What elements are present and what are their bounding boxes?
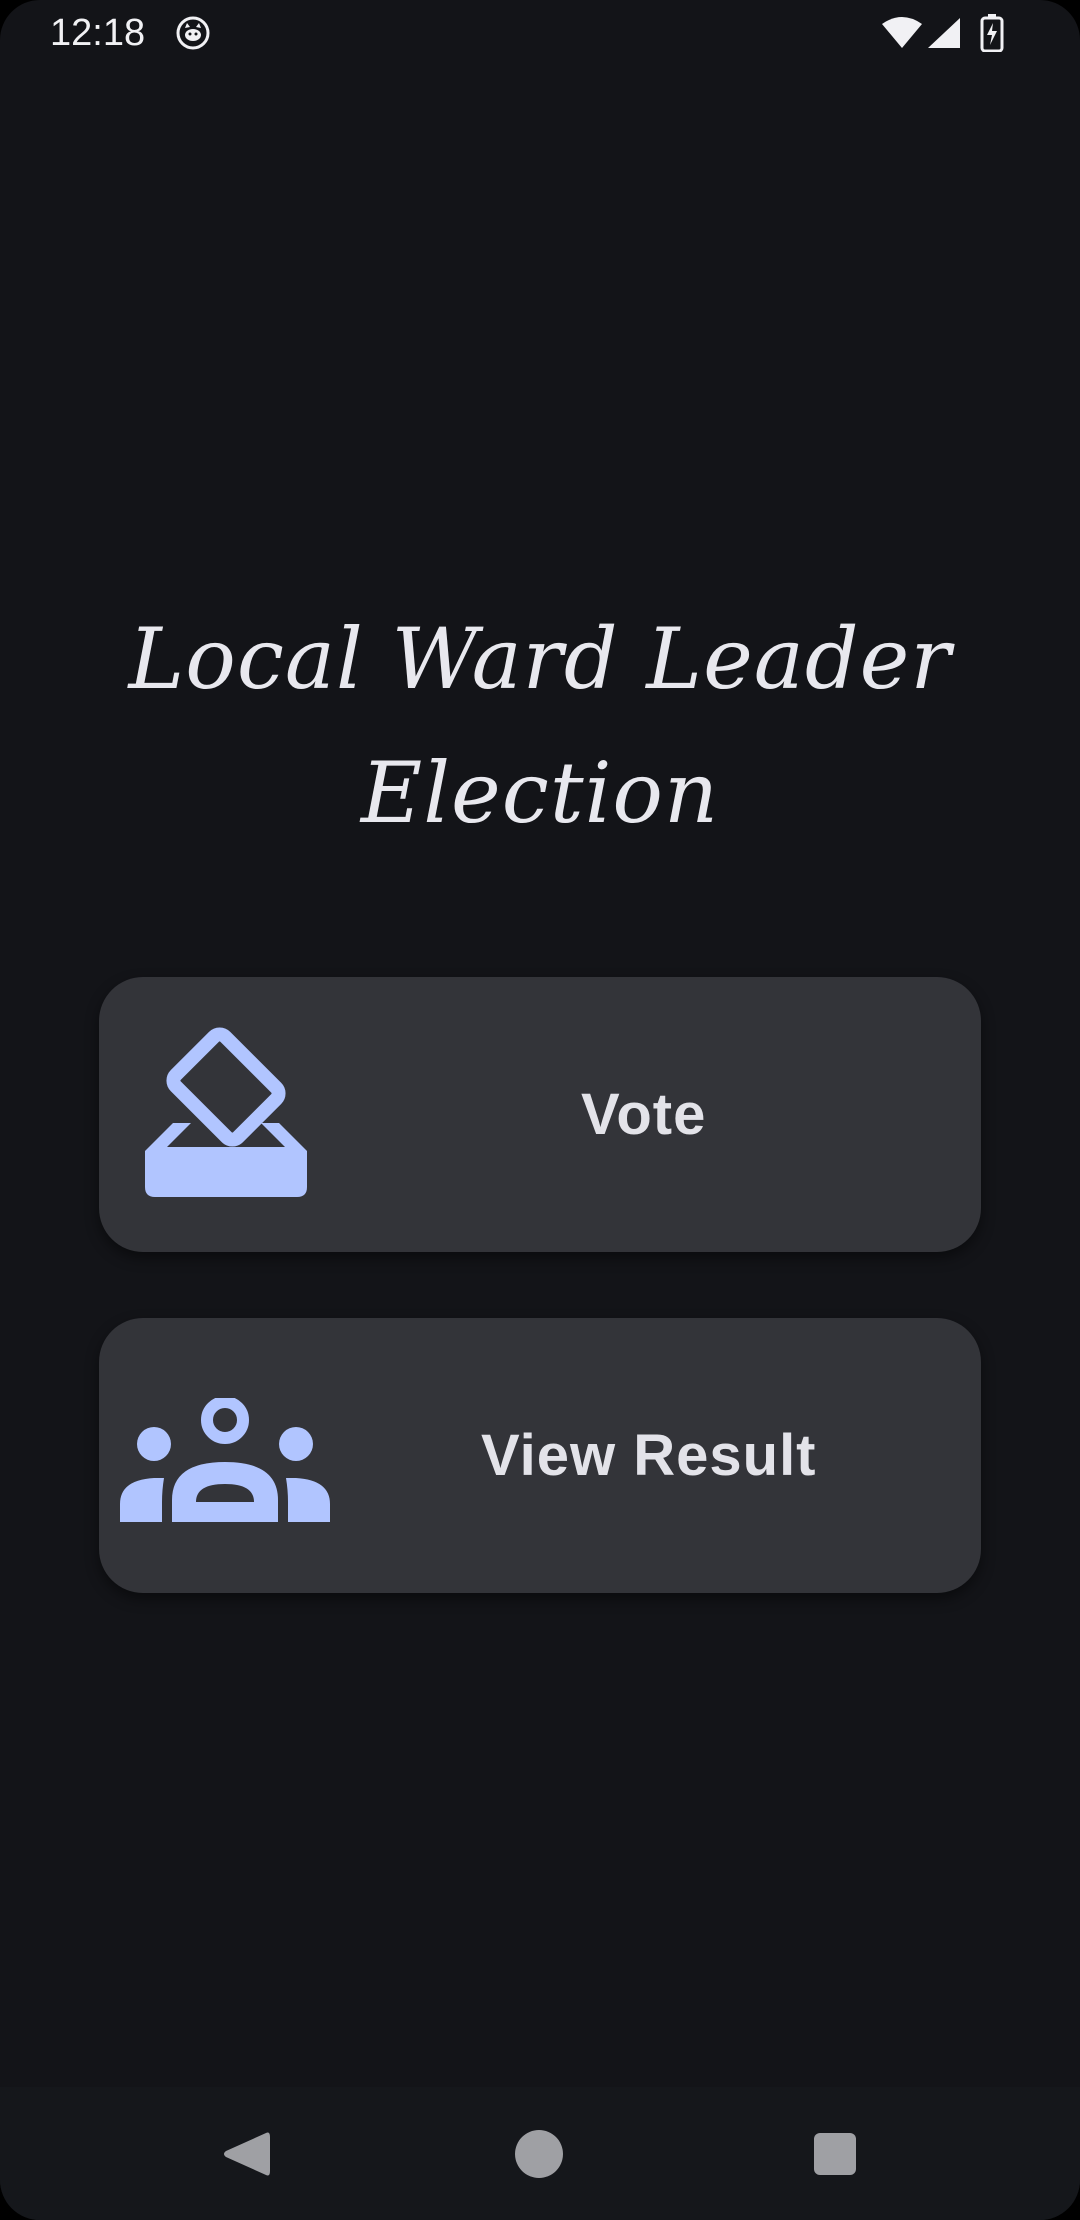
wifi-icon (882, 17, 922, 48)
people-group-icon (120, 1398, 330, 1522)
page-title: Local Ward Leader Election (128, 610, 952, 842)
vote-label: Vote (581, 1082, 707, 1147)
cat-face-icon (176, 16, 210, 50)
navigation-bar (0, 2087, 1080, 2220)
home-circle-icon[interactable] (515, 2130, 563, 2178)
vote-button[interactable]: Vote (99, 977, 981, 1252)
view-result-label: View Result (481, 1423, 817, 1488)
status-time: 12:18 (50, 12, 146, 54)
screen: 12:18 Local Ward Leader Election Vote Vi… (0, 0, 1080, 2220)
cellular-signal-icon (928, 18, 960, 48)
battery-charging-icon (980, 14, 1004, 52)
recents-square-icon[interactable] (814, 2133, 856, 2175)
back-triangle-icon[interactable] (222, 2129, 270, 2179)
status-bar: 12:18 (0, 0, 1080, 68)
view-result-button[interactable]: View Result (99, 1318, 981, 1593)
ballot-box-icon (145, 1027, 307, 1197)
